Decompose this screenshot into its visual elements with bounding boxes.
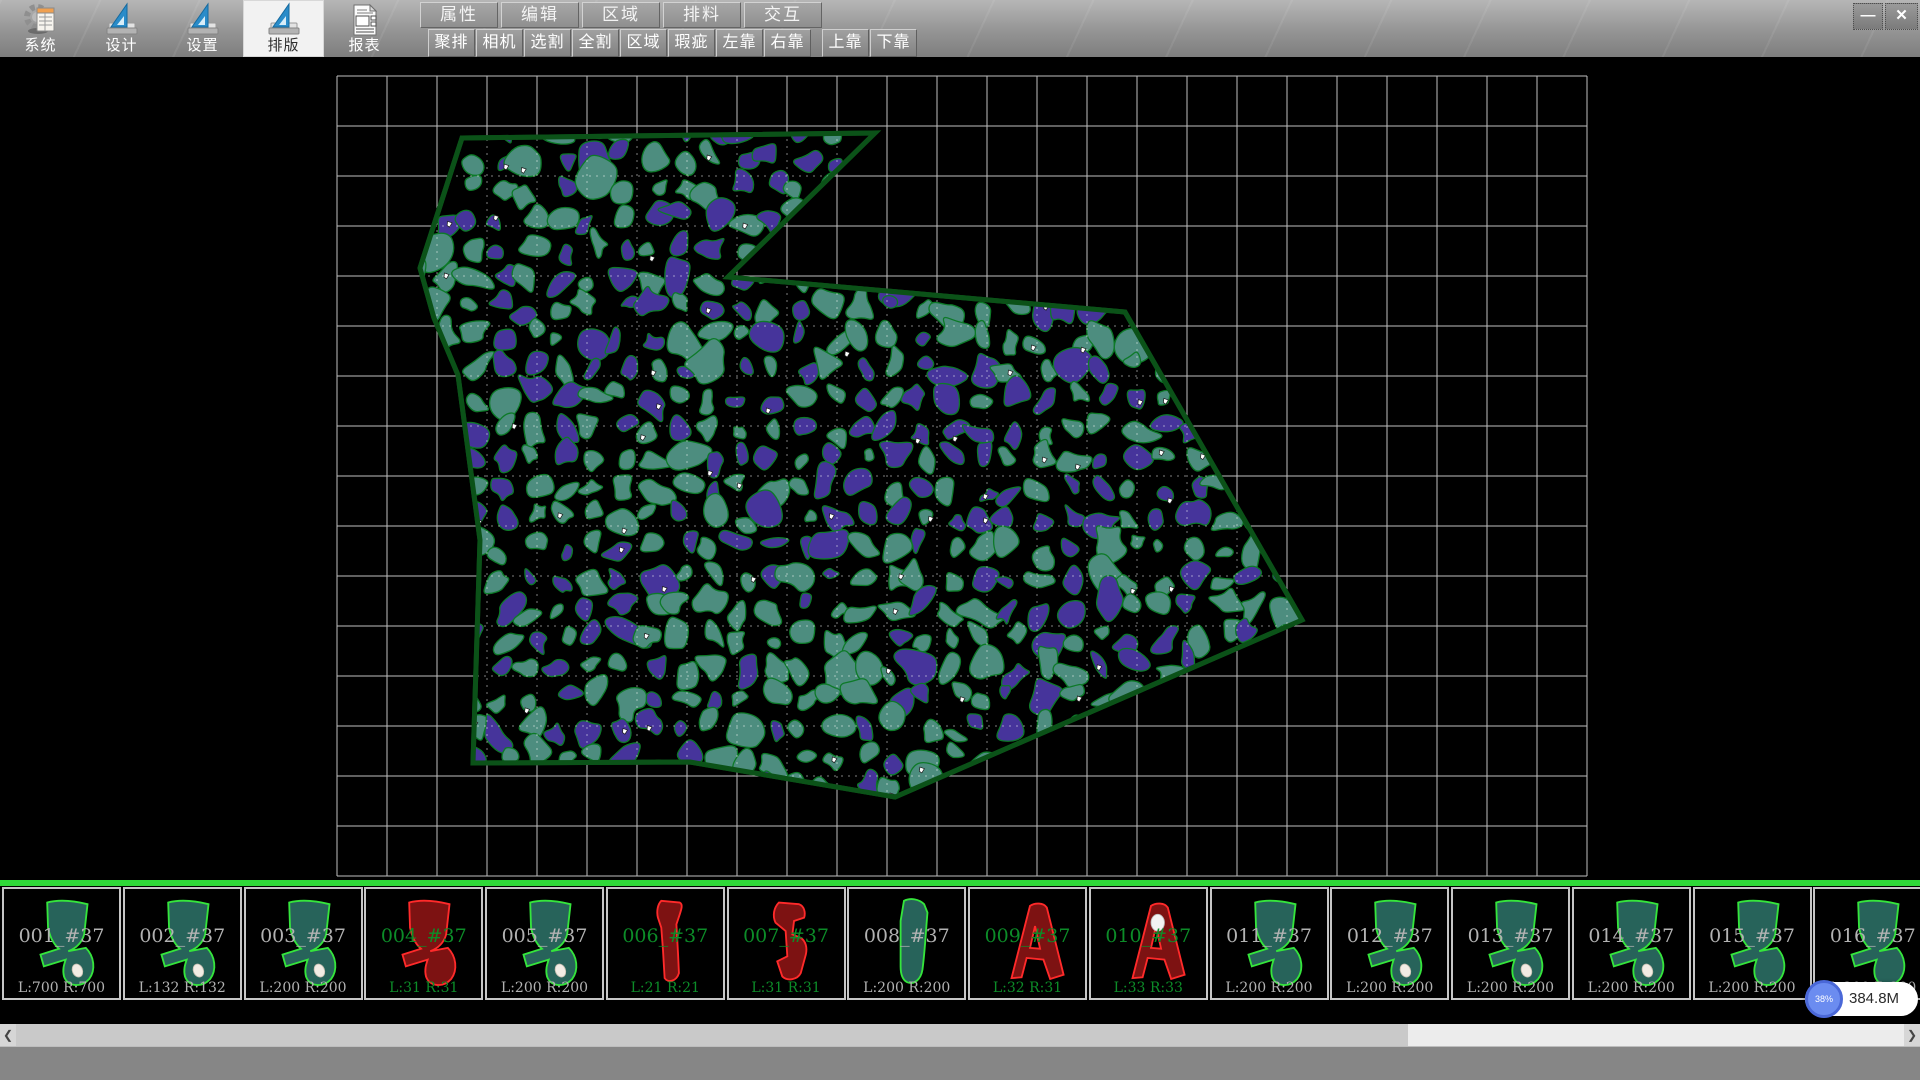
- nesting-layout-drawing: [0, 57, 1920, 880]
- status-bar: [0, 1046, 1920, 1080]
- main-button-系统[interactable]: 系统: [0, 0, 81, 57]
- tool-button-下靠[interactable]: 下靠: [870, 29, 917, 57]
- scrollbar-thumb[interactable]: [16, 1024, 1408, 1046]
- pattern-lr-count: L:200 R:200: [246, 980, 361, 996]
- scroll-left-arrow[interactable]: ❮: [0, 1024, 16, 1046]
- main-button-label: 系统: [0, 38, 81, 54]
- pattern-thumbnail-010_#37[interactable]: 010_#37 L:33 R:33: [1089, 887, 1208, 1000]
- pattern-lr-count: L:33 R:33: [1091, 980, 1206, 996]
- pattern-thumbnail-003_#37[interactable]: 003_#37 L:200 R:200: [244, 887, 363, 1000]
- pattern-lr-count: L:31 R:31: [729, 980, 844, 996]
- pattern-thumbnail-006_#37[interactable]: 006_#37 L:21 R:21: [606, 887, 725, 1000]
- tool-button-右靠[interactable]: 右靠: [764, 29, 811, 57]
- set-square-icon: [185, 2, 221, 38]
- minimize-button[interactable]: —: [1853, 3, 1883, 30]
- pattern-name: 011_#37: [1212, 925, 1327, 947]
- pattern-lr-count: L:200 R:200: [1695, 980, 1810, 996]
- pattern-name: 013_#37: [1453, 925, 1568, 947]
- pattern-name: 008_#37: [849, 925, 964, 947]
- tool-button-全割[interactable]: 全割: [572, 29, 619, 57]
- pattern-name: 002_#37: [125, 925, 240, 947]
- main-button-报表[interactable]: 报表: [324, 0, 405, 57]
- pattern-thumbnail-014_#37[interactable]: 014_#37 L:200 R:200: [1572, 887, 1691, 1000]
- pattern-lr-count: L:200 R:200: [1574, 980, 1689, 996]
- pattern-lr-count: L:31 R:31: [366, 980, 481, 996]
- tool-button-区域[interactable]: 区域: [620, 29, 667, 57]
- main-button-label: 排版: [243, 38, 324, 54]
- tool-button-选割[interactable]: 选割: [524, 29, 571, 57]
- menu-tab-交互[interactable]: 交互: [744, 2, 822, 28]
- report-icon: [347, 2, 383, 38]
- memory-value: 384.8M: [1849, 982, 1899, 1016]
- pattern-thumbnail-008_#37[interactable]: 008_#37 L:200 R:200: [847, 887, 966, 1000]
- pattern-name: 003_#37: [246, 925, 361, 947]
- pattern-name: 015_#37: [1695, 925, 1810, 947]
- pattern-thumbnail-012_#37[interactable]: 012_#37 L:200 R:200: [1330, 887, 1449, 1000]
- main-button-设置[interactable]: 设置: [162, 0, 243, 57]
- pattern-name: 004_#37: [366, 925, 481, 947]
- pattern-name: 001_#37: [4, 925, 119, 947]
- pattern-lr-count: L:700 R:700: [4, 980, 119, 996]
- menu-tab-编辑[interactable]: 编辑: [501, 2, 579, 28]
- pattern-lr-count: L:200 R:200: [849, 980, 964, 996]
- pattern-lr-count: L:32 R:31: [970, 980, 1085, 996]
- menu-tab-排料[interactable]: 排料: [663, 2, 741, 28]
- pattern-thumbnail-002_#37[interactable]: 002_#37 L:132 R:132: [123, 887, 242, 1000]
- horizontal-scrollbar[interactable]: ❮ ❯: [0, 1024, 1920, 1046]
- pattern-lr-count: L:200 R:200: [1453, 980, 1568, 996]
- pattern-lr-count: L:21 R:21: [608, 980, 723, 996]
- pattern-thumbnail-005_#37[interactable]: 005_#37 L:200 R:200: [485, 887, 604, 1000]
- pattern-thumbnail-001_#37[interactable]: 001_#37 L:700 R:700: [2, 887, 121, 1000]
- top-toolbar: 系统 设计 设置 排版 报表 属性编辑区域排料交互 聚排相机选割全割区域瑕疵左靠…: [0, 0, 1920, 58]
- pattern-name: 016_#37: [1815, 925, 1920, 947]
- pattern-thumbnail-009_#37[interactable]: 009_#37 L:32 R:31: [968, 887, 1087, 1000]
- memory-usage-badge: 38% 384.8M: [1805, 982, 1918, 1016]
- gear-icon: [23, 2, 59, 38]
- pattern-name: 014_#37: [1574, 925, 1689, 947]
- main-button-排版[interactable]: 排版: [243, 0, 324, 57]
- set-square-icon: [104, 2, 140, 38]
- application-window: 系统 设计 设置 排版 报表 属性编辑区域排料交互 聚排相机选割全割区域瑕疵左靠…: [0, 0, 1920, 1080]
- tool-button-上靠[interactable]: 上靠: [822, 29, 869, 57]
- pattern-thumbnail-015_#37[interactable]: 015_#37 L:200 R:200: [1693, 887, 1812, 1000]
- tool-button-瑕疵[interactable]: 瑕疵: [668, 29, 715, 57]
- pattern-name: 006_#37: [608, 925, 723, 947]
- pattern-lr-count: L:200 R:200: [1332, 980, 1447, 996]
- tool-button-相机[interactable]: 相机: [476, 29, 523, 57]
- tool-button-左靠[interactable]: 左靠: [716, 29, 763, 57]
- close-button[interactable]: ✕: [1885, 3, 1918, 30]
- pattern-name: 012_#37: [1332, 925, 1447, 947]
- pattern-name: 005_#37: [487, 925, 602, 947]
- pattern-thumbnail-strip: 001_#37 L:700 R:700 002_#37 L:132 R:132 …: [0, 886, 1920, 1004]
- main-button-label: 设置: [162, 38, 243, 54]
- main-button-label: 报表: [324, 38, 405, 54]
- progress-circle: 38%: [1805, 980, 1843, 1018]
- main-button-label: 设计: [81, 38, 162, 54]
- pattern-thumbnail-011_#37[interactable]: 011_#37 L:200 R:200: [1210, 887, 1329, 1000]
- pattern-lr-count: L:132 R:132: [125, 980, 240, 996]
- pattern-lr-count: L:200 R:200: [487, 980, 602, 996]
- pattern-thumbnail-004_#37[interactable]: 004_#37 L:31 R:31: [364, 887, 483, 1000]
- tool-button-聚排[interactable]: 聚排: [428, 29, 475, 57]
- set-square-icon: [266, 2, 302, 38]
- pattern-lr-count: L:200 R:200: [1212, 980, 1327, 996]
- pattern-name: 009_#37: [970, 925, 1085, 947]
- menu-tab-属性[interactable]: 属性: [420, 2, 498, 28]
- pattern-name: 010_#37: [1091, 925, 1206, 947]
- pattern-name: 007_#37: [729, 925, 844, 947]
- pattern-thumbnail-013_#37[interactable]: 013_#37 L:200 R:200: [1451, 887, 1570, 1000]
- scroll-right-arrow[interactable]: ❯: [1904, 1024, 1920, 1046]
- menu-tab-区域[interactable]: 区域: [582, 2, 660, 28]
- main-button-设计[interactable]: 设计: [81, 0, 162, 57]
- nesting-canvas[interactable]: [0, 57, 1920, 880]
- pattern-thumbnail-007_#37[interactable]: 007_#37 L:31 R:31: [727, 887, 846, 1000]
